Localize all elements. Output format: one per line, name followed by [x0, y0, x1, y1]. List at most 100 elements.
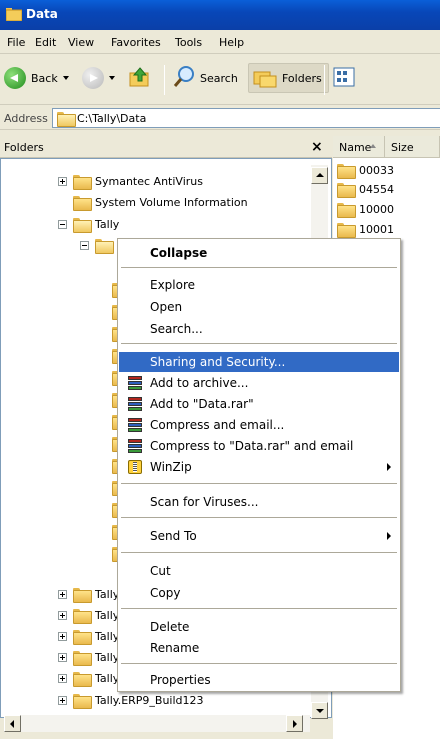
horizontal-scrollbar[interactable]	[4, 715, 310, 732]
folder-icon	[73, 671, 92, 687]
menu-item-label: Properties	[150, 673, 211, 687]
folder-icon	[337, 163, 356, 179]
menu-item-search[interactable]: Search...	[119, 319, 399, 339]
menu-view[interactable]: View	[68, 36, 94, 49]
back-arrow-icon	[4, 67, 26, 89]
winrar-icon	[128, 418, 142, 432]
back-button[interactable]: Back	[4, 63, 69, 93]
folder-icon	[337, 202, 356, 218]
list-item-label: 04554	[359, 182, 394, 196]
menu-item-compress-rar-email[interactable]: Compress to "Data.rar" and email	[119, 436, 399, 456]
scroll-left-icon[interactable]	[4, 715, 21, 732]
close-icon[interactable]: ×	[311, 139, 323, 155]
collapse-icon[interactable]	[58, 219, 67, 229]
list-item[interactable]: 10001	[337, 220, 394, 238]
menu-item-sharing-security[interactable]: Sharing and Security...	[119, 352, 399, 372]
menu-item-winzip[interactable]: WinZip	[119, 457, 399, 477]
up-folder-icon	[128, 65, 152, 92]
menu-item-send-to[interactable]: Send To	[119, 526, 399, 546]
menu-item-scan-viruses[interactable]: Scan for Viruses...	[119, 492, 399, 512]
menu-separator	[121, 663, 397, 664]
expand-icon[interactable]	[58, 589, 67, 599]
menu-item-delete[interactable]: Delete	[119, 617, 399, 637]
expand-icon[interactable]	[58, 631, 67, 641]
title-bar[interactable]: Data	[0, 0, 440, 30]
menu-bar: File Edit View Favorites Tools Help	[0, 30, 440, 54]
menu-separator	[121, 552, 397, 553]
menu-item-label: Send To	[150, 529, 197, 543]
menu-item-open[interactable]: Open	[119, 297, 399, 317]
address-field[interactable]: C:\Tally\Data	[52, 108, 440, 128]
menu-help[interactable]: Help	[219, 36, 244, 49]
submenu-arrow-icon	[387, 532, 391, 540]
views-button[interactable]	[332, 63, 356, 93]
collapse-icon[interactable]	[80, 240, 89, 250]
toolbar-separator	[164, 65, 165, 95]
column-header-size[interactable]: Size	[385, 136, 440, 158]
menu-item-properties[interactable]: Properties	[119, 670, 399, 690]
menu-separator	[121, 343, 397, 344]
winrar-icon	[128, 376, 142, 390]
menu-item-copy[interactable]: Copy	[119, 583, 399, 603]
menu-item-label: Copy	[150, 586, 181, 600]
scroll-up-icon[interactable]	[311, 167, 328, 184]
expand-icon[interactable]	[58, 176, 67, 186]
list-item[interactable]: 10000	[337, 200, 394, 218]
menu-file[interactable]: File	[7, 36, 25, 49]
scroll-right-icon[interactable]	[286, 715, 303, 732]
folder-icon	[5, 8, 23, 22]
toolbar-separator	[324, 65, 325, 95]
expand-icon[interactable]	[58, 610, 67, 620]
chevron-down-icon[interactable]	[109, 76, 115, 80]
list-item[interactable]: 04554	[337, 180, 394, 198]
winrar-icon	[128, 439, 142, 453]
expand-icon[interactable]	[58, 673, 67, 683]
menu-item-label: WinZip	[150, 460, 192, 474]
column-header-name[interactable]: Name	[333, 136, 385, 158]
menu-item-compress-email[interactable]: Compress and email...	[119, 415, 399, 435]
menu-item-label: Open	[150, 300, 183, 314]
folder-icon	[73, 174, 92, 190]
search-button[interactable]: Search	[172, 63, 238, 93]
toolbar: Back Search Folders	[0, 55, 440, 105]
menu-item-label: Cut	[150, 564, 171, 578]
tree-item-tally-erp9[interactable]: Tally.ERP9_Build123	[58, 690, 204, 710]
menu-item-label: Add to "Data.rar"	[150, 397, 254, 411]
expand-icon[interactable]	[58, 652, 67, 662]
up-folder-button[interactable]	[128, 63, 152, 93]
menu-item-label: Sharing and Security...	[150, 355, 286, 369]
menu-item-rename[interactable]: Rename	[119, 638, 399, 658]
expand-icon[interactable]	[58, 695, 67, 705]
menu-edit[interactable]: Edit	[35, 36, 56, 49]
address-value: C:\Tally\Data	[77, 112, 147, 125]
folders-button[interactable]: Folders	[248, 63, 329, 93]
folder-icon	[73, 693, 92, 709]
folders-pane-header: Folders ×	[0, 136, 332, 158]
tree-item-label: Tally.ERP9_Build123	[95, 693, 204, 707]
menu-item-label: Compress to "Data.rar" and email	[150, 439, 354, 453]
menu-item-label: Search...	[150, 322, 203, 336]
folders-pane-title: Folders	[4, 141, 44, 154]
tree-item-symantec[interactable]: Symantec AntiVirus	[58, 171, 203, 191]
folder-icon	[337, 222, 356, 238]
list-item[interactable]: 00033	[337, 161, 394, 179]
menu-item-label: Compress and email...	[150, 418, 285, 432]
folder-icon	[337, 182, 356, 198]
menu-item-collapse[interactable]: Collapse	[119, 243, 399, 263]
views-icon	[332, 65, 356, 92]
folder-icon	[73, 587, 92, 603]
tree-item-label: System Volume Information	[95, 195, 248, 209]
menu-item-explore[interactable]: Explore	[119, 275, 399, 295]
forward-button[interactable]	[82, 63, 115, 93]
chevron-down-icon[interactable]	[62, 76, 69, 80]
menu-item-label: Delete	[150, 620, 190, 634]
tree-item-tally[interactable]: Tally	[58, 214, 119, 234]
menu-favorites[interactable]: Favorites	[111, 36, 161, 49]
scroll-down-icon[interactable]	[311, 702, 328, 719]
tree-item-system-volume[interactable]: System Volume Information	[73, 192, 248, 212]
menu-item-add-to-rar[interactable]: Add to "Data.rar"	[119, 394, 399, 414]
tree-item-label: Tally	[95, 217, 120, 231]
menu-item-cut[interactable]: Cut	[119, 561, 399, 581]
menu-item-add-to-archive[interactable]: Add to archive...	[119, 373, 399, 393]
menu-tools[interactable]: Tools	[175, 36, 202, 49]
